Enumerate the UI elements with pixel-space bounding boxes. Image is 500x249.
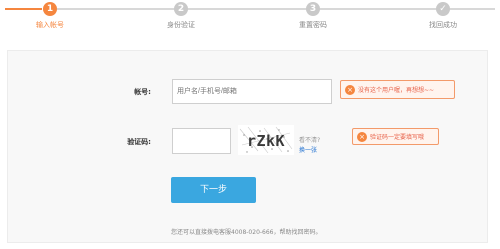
error-icon: ×	[357, 131, 367, 142]
footer-help-text: 您还可以直接拨电客服4008-020-666，帮助找回密码。	[171, 229, 322, 236]
step-1-label: 输入帐号	[36, 21, 64, 29]
account-input[interactable]	[172, 79, 332, 104]
step-4-check-icon: ✓	[436, 2, 450, 16]
step-1: 1 输入帐号	[10, 2, 90, 30]
captcha-hint: 看不清?	[299, 137, 321, 144]
step-2-number: 2	[174, 2, 188, 16]
account-error-text: 没有这个用户喔，再想想~~	[358, 87, 435, 94]
step-2: 2 身份验证	[141, 2, 221, 30]
step-1-number: 1	[43, 2, 57, 16]
form-panel: 帐号: × 没有这个用户喔，再想想~~ 验证码: rZkK 看不清? 换一张 ×…	[7, 50, 488, 243]
captcha-error-text: 验证码一定要填写哦	[370, 134, 425, 141]
error-icon: ×	[345, 84, 355, 95]
step-2-label: 身份验证	[167, 21, 195, 29]
step-4: ✓ 找回成功	[403, 2, 483, 30]
step-3-label: 重置密码	[299, 21, 327, 29]
captcha-input[interactable]	[172, 128, 231, 154]
step-progress-bar: 1 输入帐号 2 身份验证 3 重置密码 ✓ 找回成功	[0, 0, 500, 34]
account-label: 帐号:	[134, 88, 151, 96]
captcha-label: 验证码:	[127, 138, 151, 146]
step-3: 3 重置密码	[273, 2, 353, 30]
captcha-error-tip: × 验证码一定要填写哦	[352, 128, 439, 145]
captcha-image[interactable]: rZkK	[238, 125, 294, 155]
step-4-label: 找回成功	[429, 21, 457, 29]
account-error-tip: × 没有这个用户喔，再想想~~	[340, 80, 455, 99]
captcha-refresh-link[interactable]: 换一张	[299, 145, 317, 154]
captcha-text: rZkK	[247, 132, 285, 150]
step-3-number: 3	[306, 2, 320, 16]
next-button[interactable]: 下一步	[171, 177, 256, 203]
